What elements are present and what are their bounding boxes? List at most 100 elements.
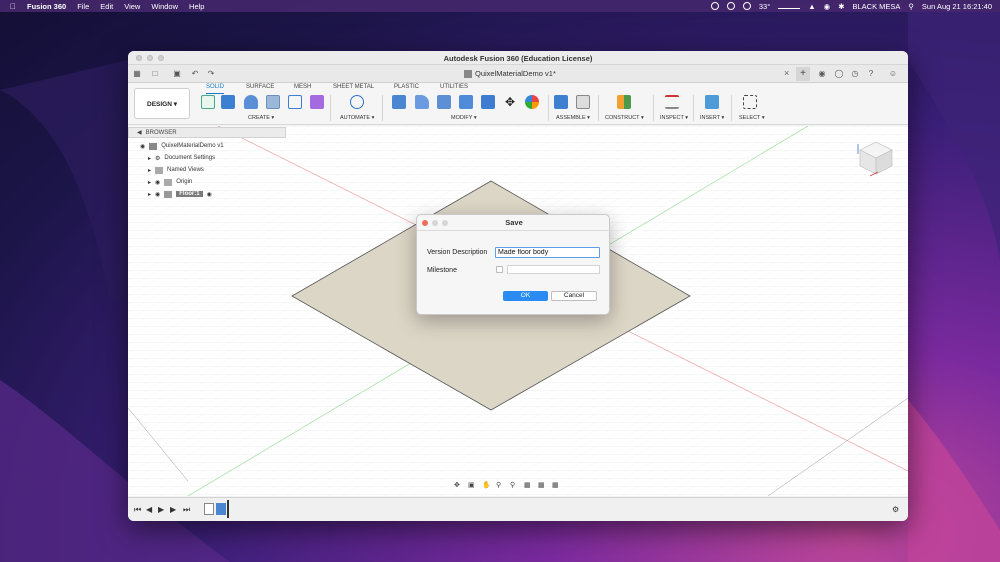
menu-app-name[interactable]: Fusion 360 bbox=[27, 2, 66, 11]
cancel-button[interactable]: Cancel bbox=[551, 291, 597, 301]
timeline-extrude-feature[interactable] bbox=[216, 503, 226, 515]
document-tab[interactable]: QuixelMaterialDemo v1* bbox=[464, 69, 556, 78]
browser-header[interactable]: ◀ BROWSER bbox=[128, 127, 286, 138]
chamfer-icon[interactable] bbox=[437, 95, 451, 109]
milestone-input[interactable] bbox=[507, 265, 600, 274]
expand-arrow-icon[interactable]: ▸ bbox=[148, 179, 151, 186]
go-to-end-icon[interactable]: ⏭ bbox=[183, 505, 190, 515]
apple-icon[interactable]:  bbox=[10, 2, 16, 11]
close-tab-icon[interactable]: × bbox=[784, 68, 789, 78]
fillet-icon[interactable] bbox=[415, 95, 429, 109]
extensions-icon[interactable]: ◉ bbox=[817, 69, 827, 79]
ok-button[interactable]: OK bbox=[503, 291, 548, 301]
redo-icon[interactable]: ↷ bbox=[206, 69, 216, 79]
avatar[interactable]: ☺ bbox=[888, 69, 898, 79]
menu-help[interactable]: Help bbox=[189, 2, 204, 11]
milestone-checkbox[interactable] bbox=[496, 266, 503, 273]
tab-plastic[interactable]: PLASTIC bbox=[394, 84, 419, 94]
pan-icon[interactable]: ✋ bbox=[482, 481, 491, 490]
insert-image-icon[interactable] bbox=[705, 95, 719, 109]
grid-icon[interactable]: ▦ bbox=[132, 69, 142, 79]
offset-plane-icon[interactable] bbox=[617, 95, 631, 109]
viewports-icon[interactable]: ▦ bbox=[552, 481, 561, 490]
tab-sheet-metal[interactable]: SHEET METAL bbox=[333, 84, 374, 94]
hole-icon[interactable] bbox=[266, 95, 280, 109]
gauge-icon[interactable] bbox=[742, 2, 751, 10]
new-tab-button[interactable]: + bbox=[796, 67, 810, 81]
inspect-menu[interactable]: INSPECT ▾ bbox=[660, 115, 688, 121]
radio-active-icon[interactable]: ◉ bbox=[207, 191, 212, 198]
press-pull-icon[interactable] bbox=[392, 95, 406, 109]
bluetooth-icon[interactable]: ✱ bbox=[838, 2, 844, 11]
look-at-icon[interactable]: ▣ bbox=[468, 481, 477, 490]
automate-icon[interactable] bbox=[350, 95, 364, 109]
menu-window[interactable]: Window bbox=[151, 2, 178, 11]
insert-menu[interactable]: INSERT ▾ bbox=[700, 115, 724, 121]
menu-view[interactable]: View bbox=[124, 2, 140, 11]
browser-item-floor[interactable]: ▸ ◉ Floor:1 ◉ bbox=[148, 188, 212, 200]
browser-item-origin[interactable]: ▸ ◉ Origin bbox=[148, 176, 192, 188]
combine-icon[interactable] bbox=[481, 95, 495, 109]
appearance-icon[interactable] bbox=[525, 95, 539, 109]
assemble-menu[interactable]: ASSEMBLE ▾ bbox=[556, 115, 590, 121]
tab-mesh[interactable]: MESH bbox=[294, 84, 311, 94]
shell-icon[interactable] bbox=[459, 95, 473, 109]
timeline-settings-gear-icon[interactable]: ⚙ bbox=[892, 505, 899, 514]
datetime[interactable]: Sun Aug 21 16:21:40 bbox=[922, 2, 992, 11]
job-status-icon[interactable]: ◯ bbox=[834, 69, 844, 79]
bell-icon[interactable]: ▲ bbox=[808, 2, 815, 11]
eye-icon[interactable]: ◉ bbox=[155, 191, 160, 198]
modify-menu[interactable]: MODIFY ▾ bbox=[451, 115, 477, 121]
new-component-icon[interactable] bbox=[554, 95, 568, 109]
dialog-zoom-button[interactable] bbox=[442, 220, 448, 226]
create-sketch-icon[interactable] bbox=[201, 95, 215, 109]
menu-edit[interactable]: Edit bbox=[100, 2, 113, 11]
browser-item-document-settings[interactable]: ▸ ⚙ Document Settings bbox=[148, 152, 215, 164]
revolve-icon[interactable] bbox=[244, 95, 258, 109]
pattern-icon[interactable] bbox=[288, 95, 302, 109]
step-back-icon[interactable]: ◀ bbox=[146, 505, 152, 514]
help-icon[interactable]: ? bbox=[866, 69, 876, 79]
construct-menu[interactable]: CONSTRUCT ▾ bbox=[605, 115, 644, 121]
expand-arrow-icon[interactable]: ▸ bbox=[148, 167, 151, 174]
activity-graph[interactable] bbox=[778, 4, 801, 9]
file-icon[interactable]: □ bbox=[150, 69, 160, 79]
orbit-icon[interactable]: ✥ bbox=[454, 481, 463, 490]
dialog-close-button[interactable] bbox=[422, 220, 428, 226]
select-menu[interactable]: SELECT ▾ bbox=[739, 115, 765, 121]
tab-surface[interactable]: SURFACE bbox=[246, 84, 274, 94]
expand-arrow-icon[interactable]: ▸ bbox=[148, 155, 151, 162]
play-icon[interactable]: ▶ bbox=[158, 505, 164, 514]
grid-settings-icon[interactable]: ▦ bbox=[538, 481, 547, 490]
wifi-icon[interactable]: ◉ bbox=[824, 2, 831, 11]
fit-icon[interactable]: ⚲ bbox=[510, 481, 519, 490]
form-icon[interactable] bbox=[310, 95, 324, 109]
extrude-icon[interactable] bbox=[221, 95, 235, 109]
zoom-icon[interactable]: ⚲ bbox=[496, 481, 505, 490]
timeline-marker[interactable] bbox=[227, 500, 229, 518]
weather-temperature[interactable]: 33° bbox=[759, 2, 770, 11]
viewcube[interactable] bbox=[856, 138, 896, 178]
workspace-switcher[interactable]: DESIGN ▾ bbox=[134, 88, 190, 119]
undo-icon[interactable]: ↶ bbox=[190, 69, 200, 79]
eye-icon[interactable]: ◉ bbox=[140, 143, 145, 150]
tab-utilities[interactable]: UTILITIES bbox=[440, 84, 468, 94]
notifications-icon[interactable]: ◷ bbox=[850, 69, 860, 79]
automate-menu[interactable]: AUTOMATE ▾ bbox=[340, 115, 374, 121]
browser-item-named-views[interactable]: ▸ Named Views bbox=[148, 164, 204, 176]
compass-icon[interactable] bbox=[726, 2, 735, 10]
measure-icon[interactable] bbox=[665, 95, 679, 109]
timeline-sketch-feature[interactable] bbox=[204, 503, 214, 515]
tab-solid[interactable]: SOLID bbox=[206, 84, 225, 94]
go-to-start-icon[interactable]: ⏮ bbox=[134, 505, 141, 515]
menu-file[interactable]: File bbox=[77, 2, 89, 11]
record-icon[interactable] bbox=[710, 2, 719, 10]
create-menu[interactable]: CREATE ▾ bbox=[248, 115, 274, 121]
browser-root[interactable]: ◉ QuixelMaterialDemo v1 bbox=[140, 140, 224, 152]
expand-arrow-icon[interactable]: ▸ bbox=[148, 191, 151, 198]
joint-icon[interactable] bbox=[576, 95, 590, 109]
eye-icon[interactable]: ◉ bbox=[155, 179, 160, 186]
move-icon[interactable]: ✥ bbox=[503, 95, 517, 109]
search-icon[interactable]: ⚲ bbox=[908, 2, 914, 11]
display-settings-icon[interactable]: ▦ bbox=[524, 481, 533, 490]
